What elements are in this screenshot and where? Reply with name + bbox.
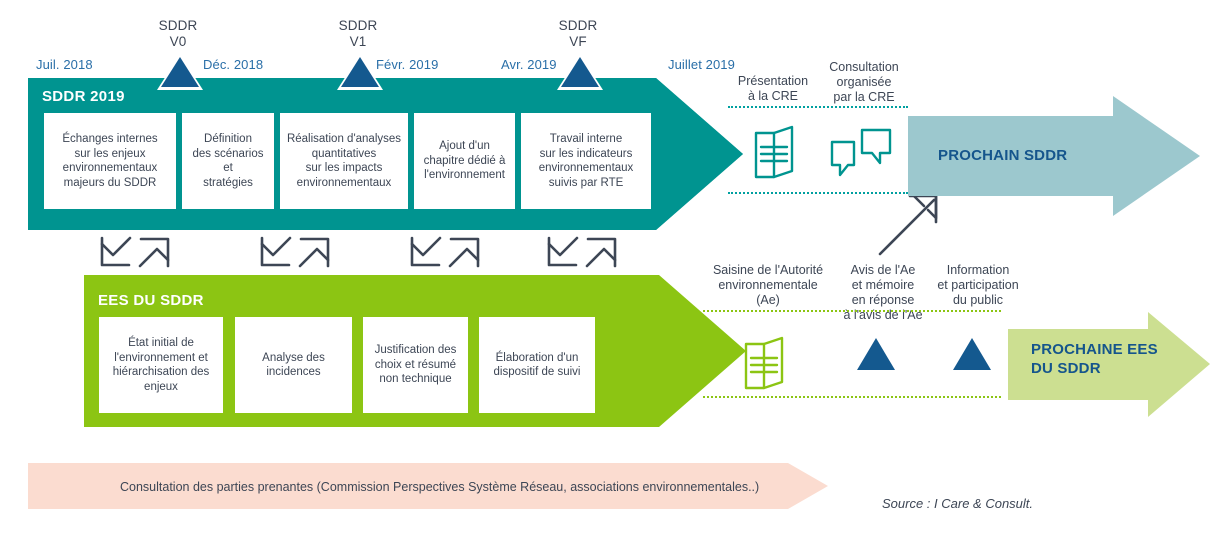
ae-phase-label-information: Information et participation du public: [937, 263, 1019, 307]
triangle-marker-avis: [857, 338, 895, 370]
next-ees-label: PROCHAINE EES DU SDDR: [1031, 341, 1158, 377]
date-label-juillet-2019: Juillet 2019: [668, 57, 735, 72]
ae-phase-divider-bottom: [703, 396, 1001, 398]
sddr-step-box: Définition des scénarios et stratégies: [182, 113, 274, 209]
ees-step-text: Analyse des incidences: [262, 351, 325, 379]
next-sddr-label: PROCHAIN SDDR: [938, 147, 1068, 164]
document-icon: [754, 125, 794, 179]
triangle-marker-information: [953, 338, 991, 370]
date-label-dec-2018: Déc. 2018: [203, 57, 264, 72]
speech-bubbles-icon: [830, 128, 892, 177]
sddr-step-box: Ajout d'un chapitre dédié à l'environnem…: [414, 113, 515, 209]
sddr-step-box: Réalisation d'analyses quantitatives sur…: [280, 113, 408, 209]
sddr-step-box: Échanges internes sur les enjeux environ…: [44, 113, 176, 209]
ees-step-box: Élaboration d'un dispositif de suivi: [479, 317, 595, 413]
consultation-label: Consultation des parties prenantes (Comm…: [120, 480, 760, 494]
sddr-step-box: Travail interne sur les indicateurs envi…: [521, 113, 651, 209]
ees-step-text: Justification des choix et résumé non te…: [374, 344, 457, 386]
milestone-label-sddr-v0: SDDR V0: [158, 18, 198, 49]
sddr-step-text: Ajout d'un chapitre dédié à l'environnem…: [423, 140, 506, 182]
ees-step-box: Justification des choix et résumé non te…: [363, 317, 468, 413]
sddr-step-text: Travail interne sur les indicateurs envi…: [538, 133, 634, 189]
exchange-arrows-icon: [410, 236, 480, 268]
ees-band-title: EES DU SDDR: [98, 292, 204, 309]
date-label-juil-2018: Juil. 2018: [36, 57, 93, 72]
ae-phase-divider-top: [703, 310, 1001, 312]
date-label-fevr-2019: Févr. 2019: [376, 57, 439, 72]
document-icon: [744, 336, 784, 390]
ees-step-box: État initial de l'environnement et hiéra…: [99, 317, 223, 413]
date-label-avr-2019: Avr. 2019: [501, 57, 557, 72]
milestone-label-sddr-vf: SDDR VF: [558, 18, 598, 49]
ees-step-box: Analyse des incidences: [235, 317, 352, 413]
ae-phase-label-avis: Avis de l'Ae et mémoire en réponse à l'a…: [843, 263, 923, 322]
sddr-band-title: SDDR 2019: [42, 88, 125, 105]
sddr-step-text: Échanges internes sur les enjeux environ…: [62, 133, 158, 189]
sddr-step-text: Définition des scénarios et stratégies: [192, 133, 264, 189]
source-label: Source : I Care & Consult.: [882, 496, 1034, 511]
exchange-arrows-icon: [260, 236, 330, 268]
ae-phase-label-saisine: Saisine de l'Autorité environnementale (…: [712, 263, 824, 307]
cre-phase-divider-top: [728, 106, 908, 108]
cre-phase-label-presentation: Présentation à la CRE: [737, 74, 809, 103]
diagram-root: SDDR V0 SDDR V1 SDDR VF Juil. 2018 Déc. …: [0, 0, 1210, 533]
exchange-arrows-icon: [547, 236, 617, 268]
cre-phase-label-consultation: Consultation organisée par la CRE: [829, 60, 899, 104]
milestone-label-sddr-v1: SDDR V1: [338, 18, 378, 49]
exchange-arrows-icon: [100, 236, 170, 268]
ees-step-text: Élaboration d'un dispositif de suivi: [493, 351, 581, 379]
sddr-step-text: Réalisation d'analyses quantitatives sur…: [286, 133, 402, 189]
ees-step-text: État initial de l'environnement et hiéra…: [112, 337, 210, 393]
